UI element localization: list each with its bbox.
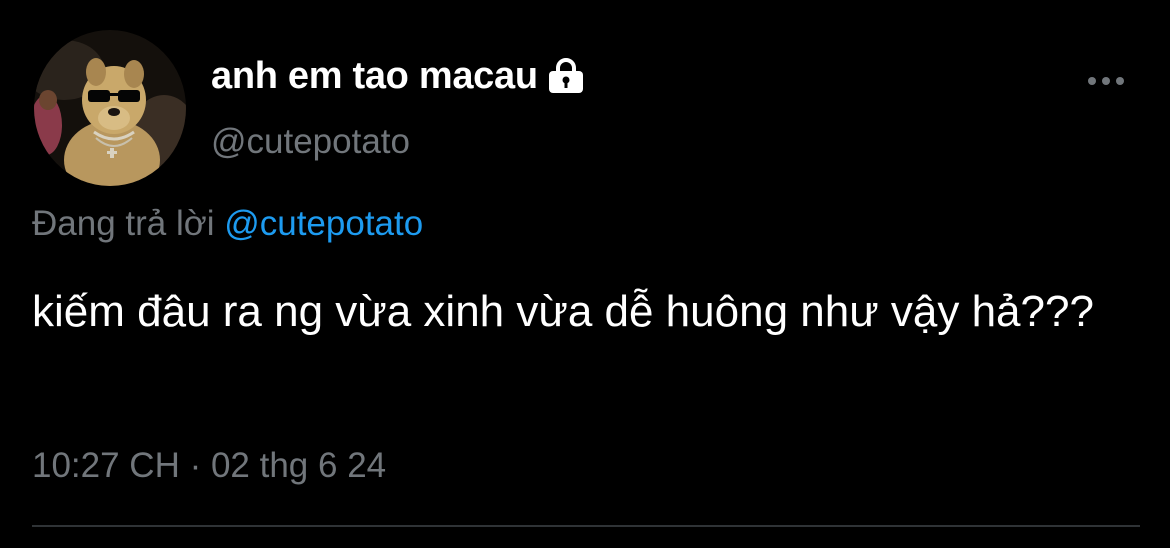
lock-icon [546, 58, 586, 94]
replying-to-label: Đang trả lời [32, 204, 225, 243]
author-handle[interactable]: @cutepotato [211, 122, 410, 162]
avatar[interactable] [34, 30, 186, 186]
reply-mention-link[interactable]: @cutepotato [224, 204, 423, 243]
more-horizontal-icon[interactable] [1080, 66, 1132, 96]
author-display-name[interactable]: anh em tao macau [211, 55, 538, 98]
tweet-detail: anh em tao macau @cutepotato Đang trả lờ… [0, 0, 1170, 548]
dog-with-sunglasses-avatar-icon [34, 30, 186, 186]
tweet-text: kiếm đâu ra ng vừa xinh vừa dễ huông như… [32, 287, 1094, 336]
replying-to-line: Đang trả lời @cutepotato [32, 204, 423, 244]
divider [32, 525, 1140, 527]
tweet-timestamp[interactable]: 10:27 CH · 02 thg 6 24 [32, 446, 386, 486]
author-name-row: anh em tao macau [211, 54, 586, 98]
